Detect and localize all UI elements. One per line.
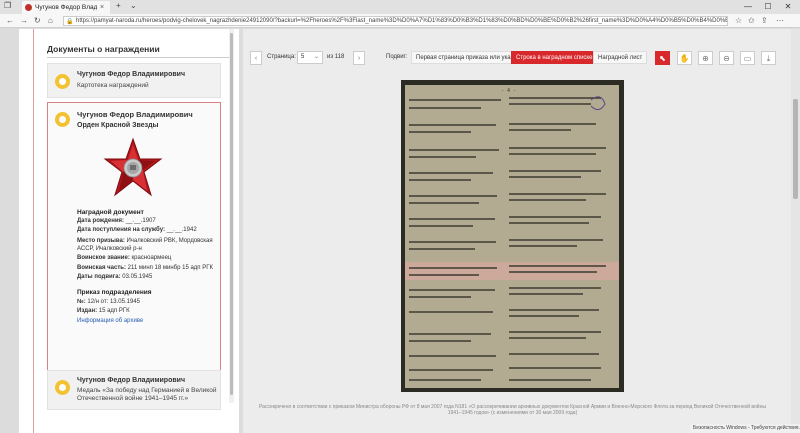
page-select[interactable]: 5 ⌄ <box>297 51 323 64</box>
next-page-icon[interactable]: › <box>353 51 365 65</box>
close-window-icon[interactable]: ✕ <box>780 0 796 14</box>
tab-title: Чугунов Федор Владим <box>35 4 97 11</box>
svg-text:- 4 -: - 4 - <box>501 88 516 94</box>
hero-name: Чугунов Федор Владимирович <box>77 377 186 384</box>
page-scrollbar[interactable] <box>791 29 800 433</box>
page-count: из 118 <box>327 54 345 60</box>
field-order-number: №: 12/н от: 13.05.1945 <box>77 299 140 305</box>
scanned-document-image[interactable]: - 4 - <box>401 80 624 392</box>
award-card-victory-medal[interactable]: Чугунов Федор Владимирович Медаль «За по… <box>47 370 221 410</box>
medal-icon <box>55 112 70 127</box>
order-red-star-image <box>103 137 163 199</box>
new-tab-icon[interactable]: + <box>116 1 121 10</box>
feat-label: Подвиг: <box>386 54 408 60</box>
share-icon[interactable]: ⇪ <box>761 16 768 25</box>
tab-close-icon[interactable]: × <box>100 4 104 11</box>
archive-info-link[interactable]: Информация об архиве <box>77 318 143 324</box>
field-service-date: Дата поступления на службу: __.__.1942 <box>77 227 197 233</box>
url-field[interactable]: https://pamyat-naroda.ru/heroes/podvig-c… <box>63 16 728 26</box>
first-page-button[interactable]: Первая страница приказа или указа <box>411 51 522 64</box>
reload-icon[interactable]: ↻ <box>34 16 41 25</box>
awards-panel: Документы о награждении Чугунов Федор Вл… <box>19 29 239 433</box>
back-icon[interactable]: ← <box>6 16 14 25</box>
hand-tool-icon[interactable]: ✋ <box>677 51 692 65</box>
page-scrollbar-thumb[interactable] <box>793 99 798 199</box>
award-sheet-button[interactable]: Наградной лист <box>593 51 648 64</box>
panel-scrollbar-thumb[interactable] <box>230 33 233 395</box>
favorites-list-icon[interactable]: ✩ <box>748 16 755 25</box>
zoom-out-icon[interactable]: ⊖ <box>719 51 734 65</box>
prev-page-icon[interactable]: ‹ <box>250 51 262 65</box>
windows-security-notice[interactable]: Безопасность Windows - Требуются действи… <box>690 424 800 433</box>
award-row-button[interactable]: Строка в наградном списке <box>511 51 598 64</box>
award-card-registry[interactable]: Чугунов Федор Владимирович Картотека наг… <box>47 63 221 98</box>
field-conscription-place: Место призыва: Ичалковский РВК, Мордовск… <box>77 238 213 252</box>
award-doc-heading: Наградной документ <box>77 209 144 216</box>
browser-tab[interactable]: Чугунов Федор Владим × <box>22 1 110 14</box>
field-feat-date: Даты подвига: 03.05.1945 <box>77 274 153 280</box>
field-rank: Воинское звание: красноармеец <box>77 255 172 261</box>
card-subtitle: Картотека награждений <box>77 82 149 89</box>
hero-name: Чугунов Федор Владимирович <box>77 110 193 119</box>
browser-tab-bar: ❐ Чугунов Федор Владим × + ⌄ — ☐ ✕ <box>0 0 800 14</box>
hero-name: Чугунов Федор Владимирович <box>77 71 186 78</box>
favorites-star-icon[interactable]: ☆ <box>735 16 742 25</box>
minimize-icon[interactable]: — <box>740 0 756 14</box>
pointer-tool-icon[interactable]: ⬉ <box>655 51 670 65</box>
tab-list-icon[interactable]: ⌄ <box>130 1 137 10</box>
panel-title: Документы о награждении <box>47 44 160 54</box>
medal-icon <box>55 74 70 89</box>
award-name: Орден Красной Звезды <box>77 122 159 129</box>
award-card-red-star[interactable]: Чугунов Федор Владимирович Орден Красной… <box>47 102 221 392</box>
more-icon[interactable]: ⋯ <box>776 16 784 25</box>
zoom-in-icon[interactable]: ⊕ <box>698 51 713 65</box>
field-military-unit: Воинская часть: 211 минп 18 минбр 15 адп… <box>77 265 213 271</box>
timeline-line <box>33 29 34 433</box>
maximize-icon[interactable]: ☐ <box>760 0 776 14</box>
medal-icon <box>55 380 70 395</box>
page-label: Страница: <box>267 54 296 60</box>
declassification-note: Рассекречено в соответствии с приказом М… <box>259 404 766 416</box>
site-favicon <box>25 4 32 11</box>
address-toolbar: ← → ↻ ⌂ https://pamyat-naroda.ru/heroes/… <box>0 14 800 28</box>
title-divider <box>47 57 229 58</box>
field-birth-date: Дата рождения: __.__.1907 <box>77 218 156 224</box>
card-subtitle: Медаль «За победу над Германией в Велико… <box>77 387 217 402</box>
field-issued-by: Издан: 15 адп РГК <box>77 308 130 314</box>
lock-icon: 🔒 <box>66 19 74 25</box>
download-icon[interactable]: ⤓ <box>761 51 776 65</box>
home-icon[interactable]: ⌂ <box>48 16 53 25</box>
forward-icon[interactable]: → <box>20 16 28 25</box>
tab-actions-icon[interactable]: ❐ <box>4 1 11 10</box>
viewer-toolbar: ‹ Страница: 5 ⌄ из 118 › Подвиг: Первая с… <box>243 51 776 65</box>
order-heading: Приказ подразделения <box>77 289 152 296</box>
fullscreen-icon[interactable]: ▭ <box>740 51 755 65</box>
